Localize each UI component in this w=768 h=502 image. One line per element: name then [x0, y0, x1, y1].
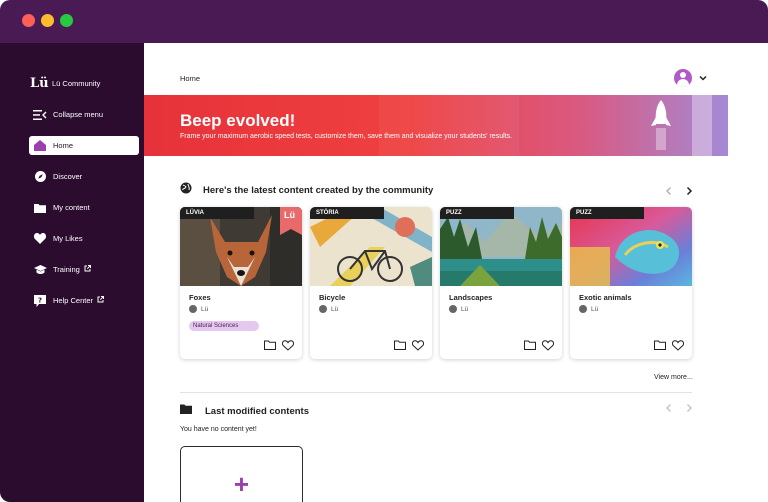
main-content: Home Beep evolved! Frame your maximum ae…: [144, 43, 768, 502]
sidebar-item-label: Collapse menu: [53, 110, 104, 119]
sidebar-item-discover[interactable]: Discover: [29, 167, 139, 186]
rocket-icon: [651, 100, 671, 150]
heart-icon[interactable]: [282, 340, 294, 351]
folder-icon: [180, 404, 192, 414]
heart-icon[interactable]: [542, 340, 554, 351]
card-author: Lü: [319, 305, 338, 313]
graduation-cap-icon: [33, 264, 47, 276]
section-divider: [180, 392, 692, 393]
folder-icon[interactable]: [654, 340, 666, 350]
subject-chip[interactable]: Natural Sciences: [189, 321, 259, 331]
user-icon: [319, 305, 327, 313]
sidebar-item-label: Home: [53, 141, 74, 150]
card-title: Landscapes: [449, 293, 493, 302]
sidebar-item-label: My content: [53, 203, 90, 212]
banner-subtitle: Frame your maximum aerobic speed tests, …: [180, 133, 513, 140]
close-dot[interactable]: [22, 14, 35, 27]
top-bar: Home: [144, 43, 728, 95]
sidebar-item-help-center[interactable]: ? Help Center: [29, 291, 139, 310]
external-link-icon: [84, 265, 91, 274]
app-window: Lü Lü Community Collapse menu Home Disco…: [0, 0, 768, 502]
author-name: Lü: [201, 305, 209, 313]
heart-icon[interactable]: [412, 340, 424, 351]
sidebar-item-label: Training: [53, 265, 80, 274]
heart-icon: [33, 233, 47, 245]
content-card[interactable]: PUZZ Landscapes Lü: [440, 207, 562, 359]
external-link-icon: [97, 296, 105, 305]
chevron-right-icon[interactable]: [684, 186, 694, 196]
user-icon: [579, 305, 587, 313]
promo-banner[interactable]: Beep evolved! Frame your maximum aerobic…: [144, 95, 728, 156]
sidebar-item-label: Help Center: [53, 296, 94, 305]
content-type-tag: PUZZ: [570, 207, 644, 219]
empty-state-text: You have no content yet!: [180, 426, 257, 433]
author-name: Lü: [461, 305, 469, 313]
content-type-tag: PUZZ: [440, 207, 514, 219]
card-title: Foxes: [189, 293, 211, 302]
brand-logo: Lü: [30, 76, 49, 91]
brand[interactable]: Lü Lü Community: [30, 76, 100, 91]
user-avatar-icon[interactable]: [674, 69, 692, 87]
banner-title: Beep evolved!: [180, 111, 296, 130]
section-title-community: Here's the latest content created by the…: [203, 185, 434, 196]
home-icon: [33, 140, 47, 152]
maximize-dot[interactable]: [60, 14, 73, 27]
title-bar: [0, 0, 768, 43]
folder-icon[interactable]: [524, 340, 536, 350]
card-author: Lü: [579, 305, 598, 313]
plus-icon: +: [233, 469, 250, 499]
author-name: Lü: [331, 305, 339, 313]
folder-icon[interactable]: [394, 340, 406, 350]
chevron-left-icon[interactable]: [664, 403, 674, 413]
content-card[interactable]: PUZZ Exotic animals Lü: [570, 207, 692, 359]
add-content-button[interactable]: +: [180, 446, 303, 502]
sidebar-item-my-likes[interactable]: My Likes: [29, 229, 139, 248]
chevron-down-icon[interactable]: [698, 73, 708, 83]
sidebar-item-my-content[interactable]: My content: [29, 198, 139, 217]
content-type-tag: STÖRIA: [310, 207, 384, 219]
user-icon: [449, 305, 457, 313]
chevron-right-icon[interactable]: [684, 403, 694, 413]
folder-icon[interactable]: [264, 340, 276, 350]
globe-icon: [180, 182, 192, 194]
card-title: Exotic animals: [579, 293, 632, 302]
user-icon: [189, 305, 197, 313]
section-title-last-modified: Last modified contents: [205, 406, 309, 417]
heart-icon[interactable]: [672, 340, 684, 351]
collapse-icon: [33, 109, 47, 121]
author-name: Lü: [591, 305, 599, 313]
view-more-link[interactable]: View more...: [654, 374, 693, 381]
card-author: Lü: [449, 305, 468, 313]
sidebar-item-home[interactable]: Home: [29, 136, 139, 155]
breadcrumb: Home: [180, 74, 201, 83]
folder-icon: [33, 202, 47, 214]
sidebar-item-training[interactable]: Training: [29, 260, 139, 279]
sidebar-item-collapse-menu[interactable]: Collapse menu: [29, 105, 139, 124]
sidebar-item-label: My Likes: [53, 234, 83, 243]
card-title: Bicycle: [319, 293, 346, 302]
help-icon: ?: [33, 294, 47, 307]
chevron-left-icon[interactable]: [664, 186, 674, 196]
card-author: Lü: [189, 305, 208, 313]
card-badge: Lü: [284, 210, 295, 220]
sidebar: Lü Lü Community Collapse menu Home Disco…: [0, 43, 144, 502]
brand-name: Lü Community: [52, 79, 101, 88]
content-type-tag: LÜVIA: [180, 207, 254, 219]
svg-text:?: ?: [38, 296, 42, 304]
content-card[interactable]: STÖRIA Bicycle Lü: [310, 207, 432, 359]
minimize-dot[interactable]: [41, 14, 54, 27]
compass-icon: [33, 171, 47, 183]
sidebar-item-label: Discover: [53, 172, 83, 181]
content-card[interactable]: LÜVIA Lü Foxes Lü Natural Sciences: [180, 207, 302, 359]
